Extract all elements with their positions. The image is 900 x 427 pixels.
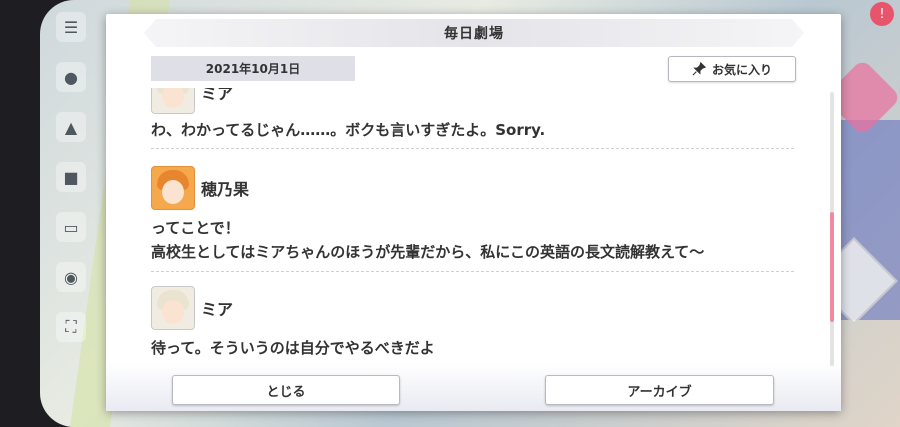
speaker-row: ミア xyxy=(151,88,794,114)
dialogue-line: わ、わかってるじゃん……。ボクも言いすぎたよ。Sorry. xyxy=(151,121,546,139)
dialogue-line: 高校生としてはミアちゃんのほうが先輩だから、私にこの英語の長文読解教えて〜 xyxy=(151,243,705,261)
gift-icon[interactable]: ▲ xyxy=(56,112,86,142)
speaker-row: 穂乃果 xyxy=(151,166,794,210)
log-entry: ミア 待って。そういうのは自分でやるべきだよ xyxy=(151,286,794,370)
speaker-name: 穂乃果 xyxy=(201,180,250,199)
date-label: 2021年10月1日 xyxy=(151,56,355,81)
archive-button[interactable]: アーカイブ xyxy=(545,375,774,405)
dialogue-log[interactable]: ミア わ、わかってるじゃん……。ボクも言いすぎたよ。Sorry. 穂乃果 ってこ… xyxy=(151,88,796,370)
mia-avatar xyxy=(151,88,195,114)
present-icon[interactable]: ■ xyxy=(56,162,86,192)
scrollbar[interactable] xyxy=(830,92,834,366)
chat-icon[interactable]: ● xyxy=(56,62,86,92)
honoka-avatar xyxy=(151,166,195,210)
camera-icon[interactable]: ◉ xyxy=(56,262,86,292)
pin-icon xyxy=(692,62,706,76)
favorite-button[interactable]: お気に入り xyxy=(668,56,796,82)
scroll-thumb[interactable] xyxy=(830,212,834,322)
favorite-label: お気に入り xyxy=(711,62,772,77)
hamburger-icon[interactable]: ☰ xyxy=(56,12,86,42)
log-entry: ミア わ、わかってるじゃん……。ボクも言いすぎたよ。Sorry. xyxy=(151,88,794,149)
dialog-title: 毎日劇場 xyxy=(144,19,804,47)
notification-icon[interactable]: ! xyxy=(870,2,894,26)
close-button[interactable]: とじる xyxy=(172,375,400,405)
speaker-name: ミア xyxy=(201,88,234,103)
log-entry: 穂乃果 ってことで！ 高校生としてはミアちゃんのほうが先輩だから、私にこの英語の… xyxy=(151,166,794,272)
speaker-name: ミア xyxy=(201,300,234,319)
side-menu: ☰ ● ▲ ■ ▭ ◉ ⛶ xyxy=(52,0,92,427)
dialogue-line: 待って。そういうのは自分でやるべきだよ xyxy=(151,339,435,357)
fullscreen-icon[interactable]: ⛶ xyxy=(56,312,86,342)
message-icon[interactable]: ▭ xyxy=(56,212,86,242)
dialogue-line: ってことで！ xyxy=(151,219,240,237)
speaker-row: ミア xyxy=(151,286,794,330)
daily-theater-dialog: 毎日劇場 2021年10月1日 お気に入り ミア わ、わかってるじゃん……。ボク… xyxy=(106,14,841,411)
mia-avatar xyxy=(151,286,195,330)
